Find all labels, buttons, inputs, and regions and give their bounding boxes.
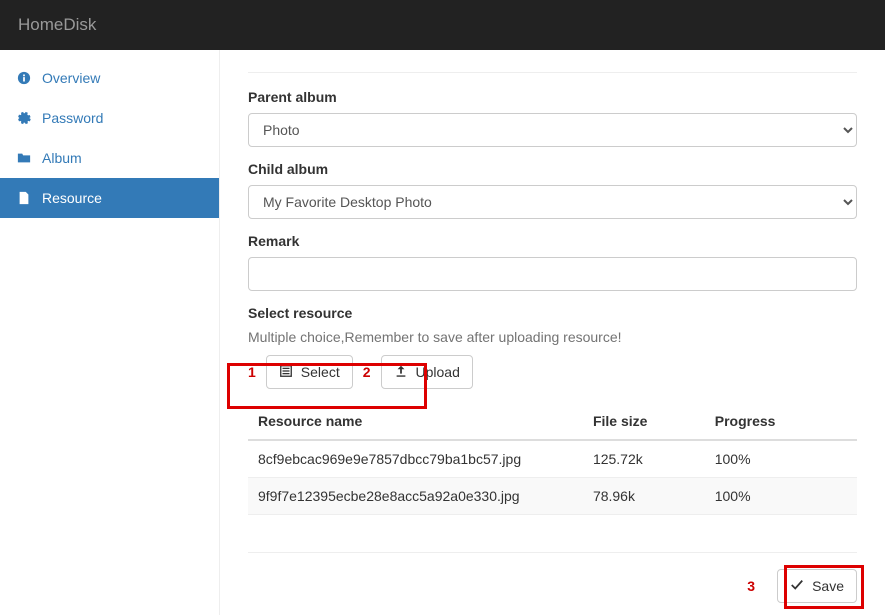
check-icon <box>790 578 804 595</box>
file-icon <box>16 191 32 205</box>
child-album-label: Child album <box>248 161 857 177</box>
table-header-row: Resource name File size Progress <box>248 403 857 440</box>
sidebar-item-label: Resource <box>42 190 102 206</box>
sidebar-item-resource[interactable]: Resource <box>0 178 219 218</box>
list-icon <box>279 364 293 381</box>
sidebar-item-label: Album <box>42 150 82 166</box>
bottom-divider <box>248 552 857 553</box>
resource-table: Resource name File size Progress 8cf9ebc… <box>248 403 857 515</box>
annotation-2: 2 <box>363 364 371 380</box>
help-text: Multiple choice,Remember to save after u… <box>248 329 857 345</box>
save-button[interactable]: Save <box>777 569 857 603</box>
main: Parent album Photo Child album My Favori… <box>220 50 885 615</box>
col-name: Resource name <box>248 403 583 440</box>
sidebar-item-overview[interactable]: Overview <box>0 58 219 98</box>
sidebar-item-label: Overview <box>42 70 100 86</box>
gear-icon <box>16 111 32 125</box>
info-icon <box>16 71 32 85</box>
upload-button[interactable]: Upload <box>381 355 473 389</box>
folder-icon <box>16 151 32 165</box>
parent-album-select[interactable]: Photo <box>248 113 857 147</box>
table-row: 8cf9ebcac969e9e7857dbcc79ba1bc57.jpg 125… <box>248 440 857 478</box>
select-resource-label: Select resource <box>248 305 857 321</box>
button-row: 1 Select 2 Upload <box>248 355 857 389</box>
annotation-1: 1 <box>248 364 256 380</box>
bottom-bar: 3 Save <box>747 569 857 603</box>
annotation-3: 3 <box>747 578 755 594</box>
table-row: 9f9f7e12395ecbe28e8acc5a92a0e330.jpg 78.… <box>248 478 857 515</box>
remark-label: Remark <box>248 233 857 249</box>
sidebar-item-album[interactable]: Album <box>0 138 219 178</box>
container: Overview Password Album Resource Parent … <box>0 50 885 615</box>
brand-title: HomeDisk <box>18 15 96 35</box>
col-progress: Progress <box>705 403 857 440</box>
parent-album-label: Parent album <box>248 89 857 105</box>
divider <box>248 72 857 73</box>
select-button[interactable]: Select <box>266 355 353 389</box>
col-size: File size <box>583 403 705 440</box>
child-album-select[interactable]: My Favorite Desktop Photo <box>248 185 857 219</box>
sidebar-item-password[interactable]: Password <box>0 98 219 138</box>
remark-input[interactable] <box>248 257 857 291</box>
upload-icon <box>394 364 408 381</box>
sidebar: Overview Password Album Resource <box>0 50 220 615</box>
topbar: HomeDisk <box>0 0 885 50</box>
sidebar-item-label: Password <box>42 110 103 126</box>
